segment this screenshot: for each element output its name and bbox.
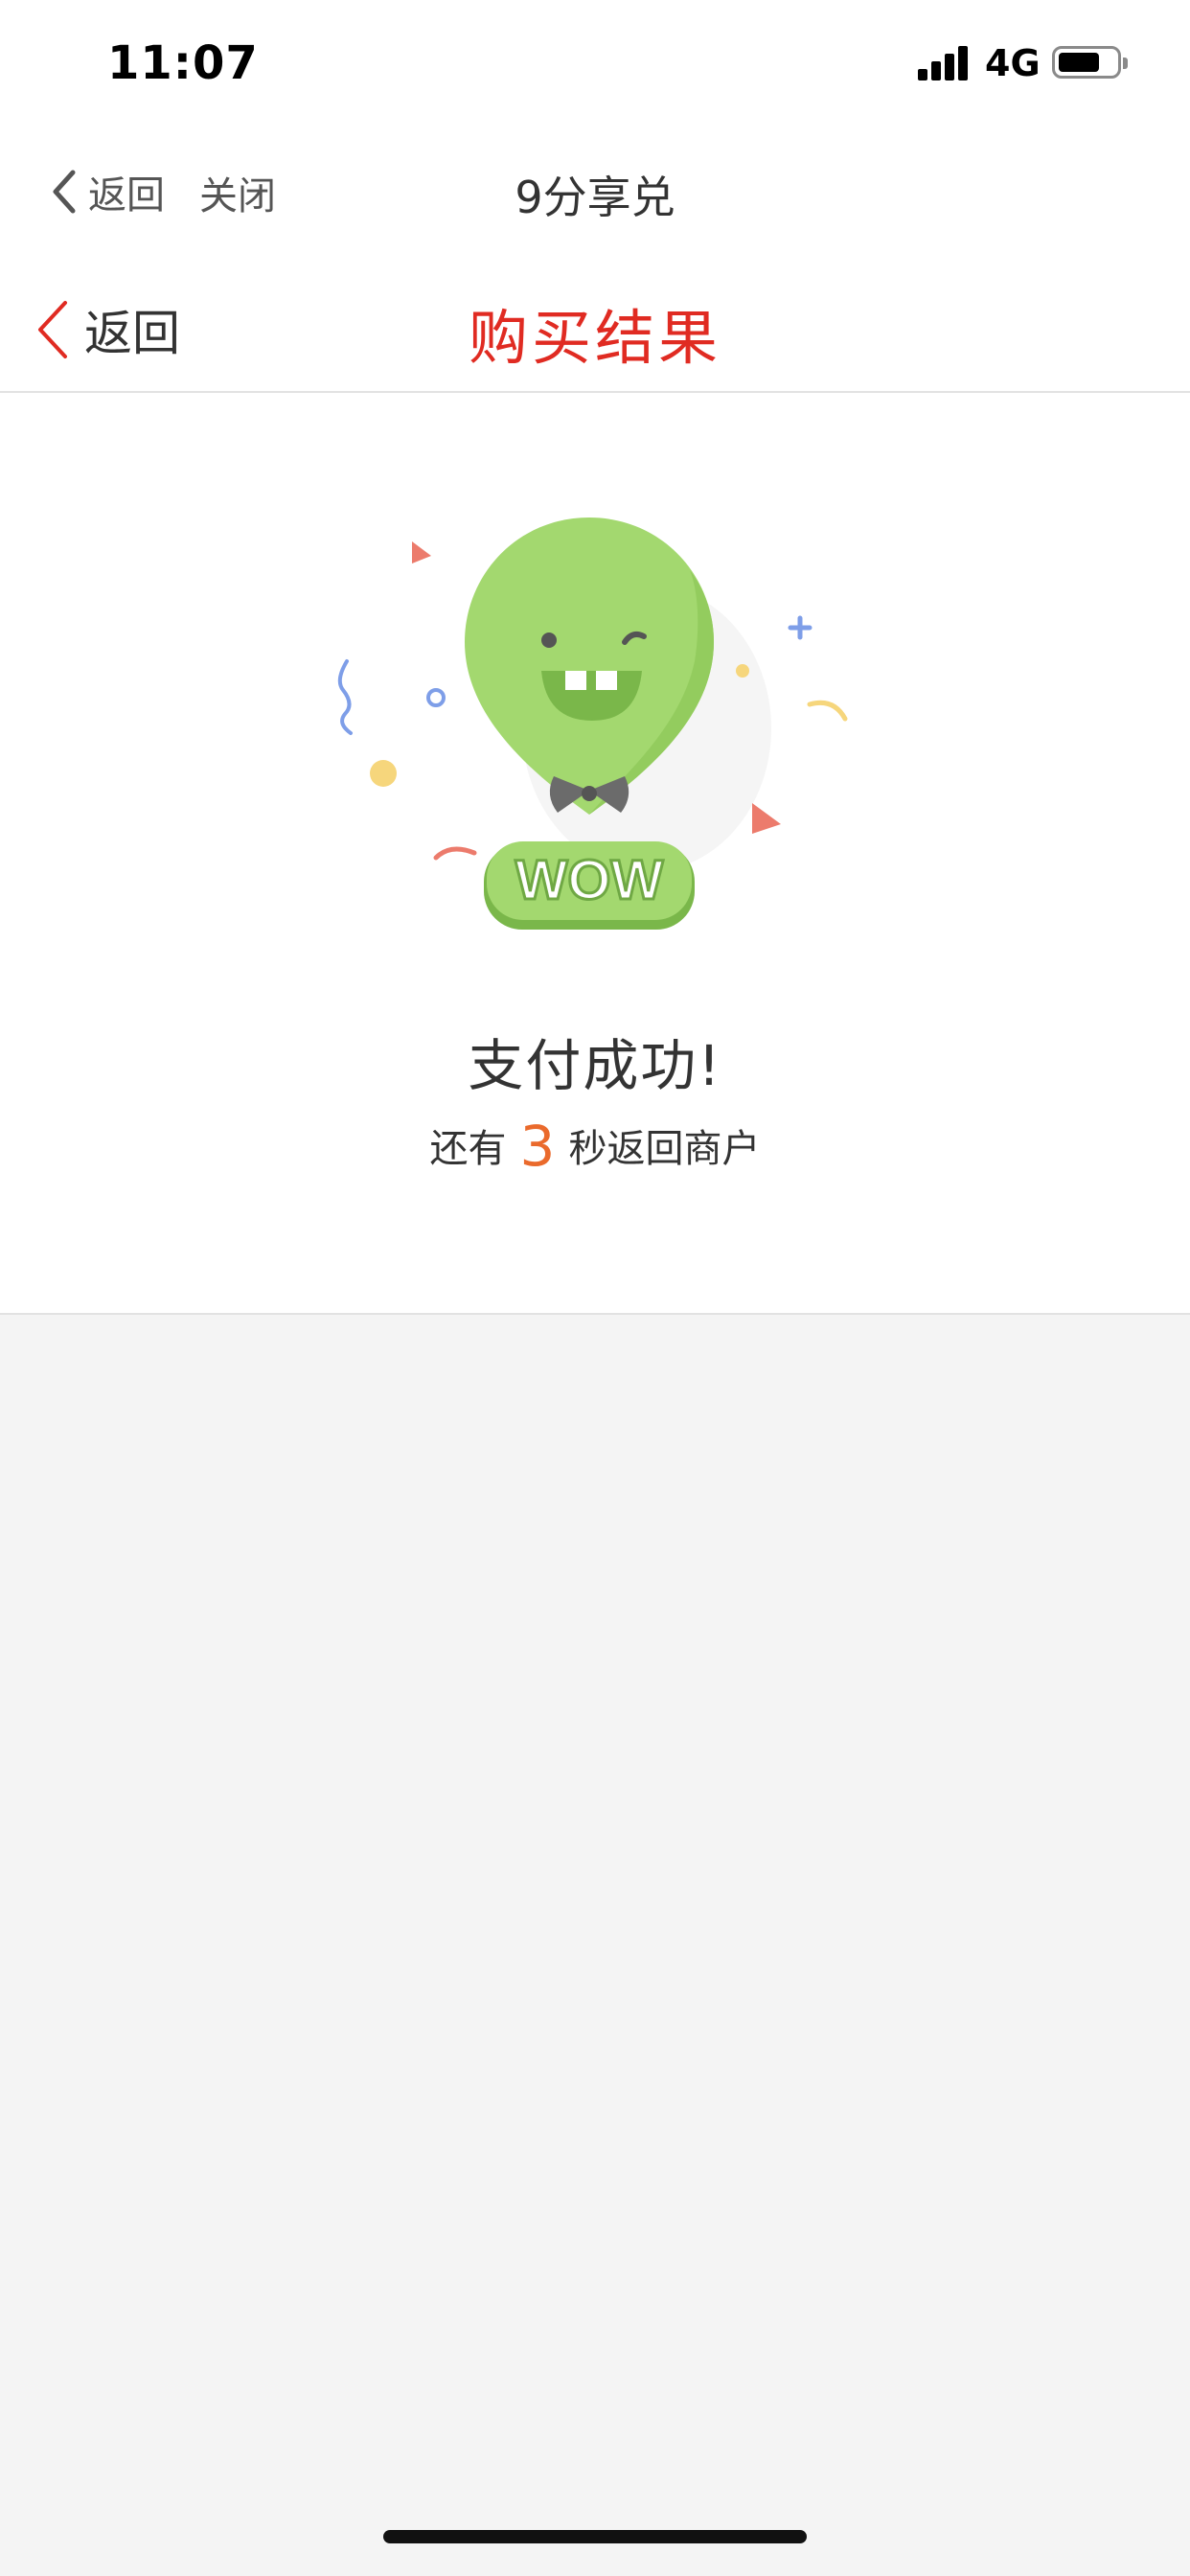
network-type: 4G — [985, 42, 1041, 84]
payment-success-message: 支付成功! — [468, 1033, 722, 1098]
wow-badge-text: WOW — [515, 849, 664, 911]
page-title: 购买结果 — [468, 303, 721, 373]
content-divider — [0, 1313, 1190, 1315]
home-indicator[interactable] — [383, 2530, 807, 2543]
signal-strength-icon — [918, 44, 972, 80]
webview-title: 9分享兑 — [515, 172, 675, 223]
success-balloon-illustration: WOW — [337, 518, 848, 930]
webview-nav-bar: 返回 关闭 9分享兑 — [0, 144, 1190, 240]
countdown-suffix: 秒返回商户 — [568, 1127, 761, 1171]
countdown-prefix: 还有 — [429, 1127, 507, 1171]
countdown-seconds: 3 — [519, 1114, 556, 1179]
status-time: 11:07 — [107, 36, 259, 90]
redirect-countdown: 还有 3 秒返回商户 — [0, 1114, 1190, 1179]
battery-icon — [1052, 46, 1128, 79]
page-header: 返回 购买结果 — [0, 268, 1190, 393]
status-bar: 11:07 4G — [0, 0, 1190, 125]
